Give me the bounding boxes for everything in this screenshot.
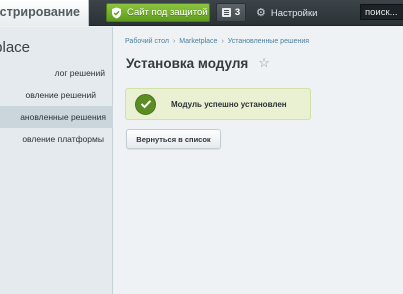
top-header: нистрирование Сайт под защитой 3 ⚙ Настр… [0,0,403,26]
breadcrumb-separator: › [172,38,176,45]
breadcrumb-marketplace[interactable]: Marketplace [179,38,217,45]
sidebar-item-solutions-catalog[interactable]: лог решений [0,62,113,84]
search-input[interactable] [360,4,403,20]
success-notification: Модуль успешно установлен [125,88,311,120]
star-icon[interactable]: ☆ [258,55,270,71]
breadcrumb: Рабочий стол › Marketplace › Установленн… [125,38,309,45]
breadcrumb-installed-solutions[interactable]: Установленные решения [228,38,309,45]
notifications-icon [221,8,231,17]
breadcrumb-separator: › [221,38,224,45]
notifications-count: 3 [234,7,241,18]
administration-tab-label: нистрирование [0,5,80,19]
check-icon [135,93,156,115]
administration-tab[interactable]: нистрирование [0,0,89,26]
page-title-row: Установка модуля ☆ [126,55,270,71]
sidebar-item-platform-update[interactable]: овление платформы [0,128,113,150]
site-protected-label: Сайт под защитой [127,7,208,18]
settings-label: Настройки [270,7,318,19]
sidebar-item-solution-updates[interactable]: овление решений [0,84,113,106]
sidebar-item-label: овление платформы [22,134,104,144]
site-protected-button[interactable]: Сайт под защитой [106,3,210,22]
gear-icon: ⚙ [256,6,266,19]
page-title: Установка модуля [126,55,249,71]
shield-icon [111,7,122,19]
notifications-button[interactable]: 3 [216,3,246,22]
back-to-list-button[interactable]: Вернуться в список [126,129,221,149]
sidebar-item-label: овление решений [25,90,96,100]
sidebar-item-label: лог решений [54,68,105,78]
sidebar: place лог решений овление решений ановле… [0,27,113,294]
sidebar-item-label: ановленные решения [20,112,106,122]
main-content: Рабочий стол › Marketplace › Установленн… [114,27,403,294]
sidebar-item-installed-solutions[interactable]: ановленные решения [0,106,113,128]
settings-button[interactable]: ⚙ Настройки [256,5,317,21]
sidebar-title: place [0,39,30,56]
success-message: Модуль успешно установлен [171,99,287,109]
breadcrumb-desktop[interactable]: Рабочий стол [125,38,169,45]
